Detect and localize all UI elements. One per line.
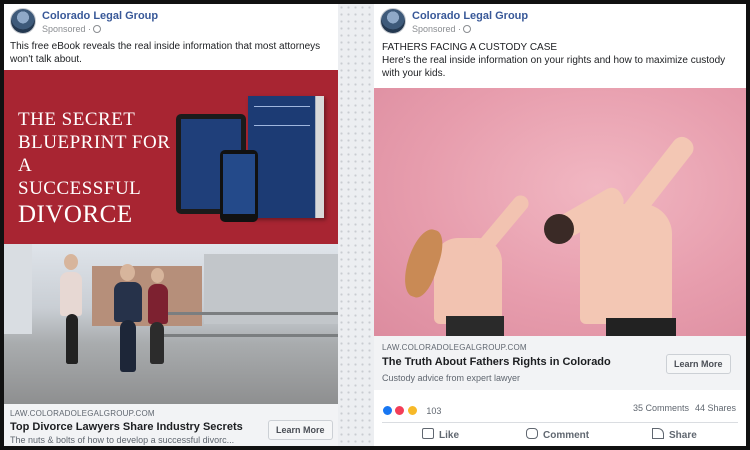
thumbs-up-icon: [422, 428, 434, 439]
haha-reaction-icon: [406, 405, 418, 417]
daughter-sweater: [434, 238, 502, 324]
link-domain: LAW.COLORADOLEGALGROUP.COM: [10, 409, 155, 418]
comment-button[interactable]: Comment: [526, 428, 589, 444]
banner-line: SUCCESSFUL: [18, 178, 142, 199]
page-avatar[interactable]: [10, 8, 36, 34]
post-text-headline: FATHERS FACING A CUSTODY CASE: [382, 42, 558, 53]
ebook-banner-image[interactable]: THE SECRET BLUEPRINT FOR A SUCCESSFUL DI…: [4, 70, 338, 244]
link-description: The nuts & bolts of how to develop a suc…: [10, 435, 235, 445]
daughter-pants: [446, 316, 504, 336]
phone-mockup: [220, 150, 258, 222]
like-reaction-icon: [382, 405, 393, 417]
like-label: Like: [439, 430, 460, 441]
railing: [154, 312, 338, 315]
link-headline[interactable]: The Truth About Fathers Rights in Colora…: [382, 356, 611, 368]
father-daughter-dab-photo[interactable]: [374, 88, 746, 336]
link-headline[interactable]: Top Divorce Lawyers Share Industry Secre…: [10, 421, 243, 433]
learn-more-button[interactable]: Learn More: [268, 420, 333, 440]
engagement-stats: 35 Comments 44 Shares: [633, 403, 736, 413]
sponsored-text: Sponsored ·: [412, 24, 462, 34]
globe-icon: [463, 25, 472, 33]
walker-3-head: [151, 268, 164, 283]
father-pants: [606, 318, 676, 336]
link-domain: LAW.COLORADOLEGALGROUP.COM: [382, 343, 527, 352]
lawyers-walking-photo[interactable]: [4, 244, 338, 404]
ebook-cover: [248, 96, 324, 218]
walker-2-head: [120, 264, 135, 281]
walker-1: [60, 272, 82, 316]
post-text-body: Here's the real inside information on yo…: [382, 55, 726, 79]
share-button[interactable]: Share: [652, 428, 697, 444]
ad-card-ebook: Colorado Legal Group Sponsored · This fr…: [4, 4, 338, 446]
divider: [382, 422, 738, 423]
post-text: This free eBook reveals the real inside …: [10, 41, 321, 65]
banner-line: THE SECRET: [18, 109, 136, 130]
reaction-summary[interactable]: 103: [382, 402, 442, 417]
feed-background: [338, 4, 374, 446]
comments-count[interactable]: 35 Comments: [633, 403, 689, 413]
comment-bubble-icon: [526, 428, 538, 439]
learn-more-button[interactable]: Learn More: [666, 354, 731, 374]
globe-icon: [93, 25, 102, 33]
share-arrow-icon: [652, 428, 664, 439]
share-label: Share: [669, 430, 697, 441]
building: [92, 266, 202, 326]
sponsored-label: Sponsored ·: [412, 24, 472, 34]
walker-2: [114, 282, 142, 322]
walker-1-head: [64, 254, 78, 270]
screenshot-frame: Colorado Legal Group Sponsored · This fr…: [2, 2, 748, 448]
ad-card-custody: Colorado Legal Group Sponsored · FATHERS…: [374, 4, 746, 446]
banner-line: DIVORCE: [18, 201, 133, 228]
shares-count[interactable]: 44 Shares: [695, 403, 736, 413]
banner-line: BLUEPRINT FOR A: [18, 132, 171, 176]
building: [4, 244, 32, 334]
love-reaction-icon: [394, 405, 406, 417]
page-avatar[interactable]: [380, 8, 406, 34]
walker-1-legs: [66, 314, 78, 364]
walker-3: [148, 284, 168, 324]
walker-3-legs: [150, 322, 164, 364]
post-text: FATHERS FACING A CUSTODY CASE Here's the…: [382, 41, 742, 80]
page-name-link[interactable]: Colorado Legal Group: [42, 10, 158, 22]
link-description: Custody advice from expert lawyer: [382, 373, 521, 383]
page-name-link[interactable]: Colorado Legal Group: [412, 10, 528, 22]
walker-2-legs: [120, 320, 136, 372]
sponsored-text: Sponsored ·: [42, 24, 92, 34]
father-head: [544, 214, 574, 244]
banner-title: THE SECRET BLUEPRINT FOR A SUCCESSFUL DI…: [18, 108, 178, 230]
like-button[interactable]: Like: [422, 428, 459, 444]
sponsored-label: Sponsored ·: [42, 24, 102, 34]
reaction-count: 103: [426, 405, 442, 416]
comment-label: Comment: [543, 430, 590, 441]
railing: [154, 334, 338, 337]
